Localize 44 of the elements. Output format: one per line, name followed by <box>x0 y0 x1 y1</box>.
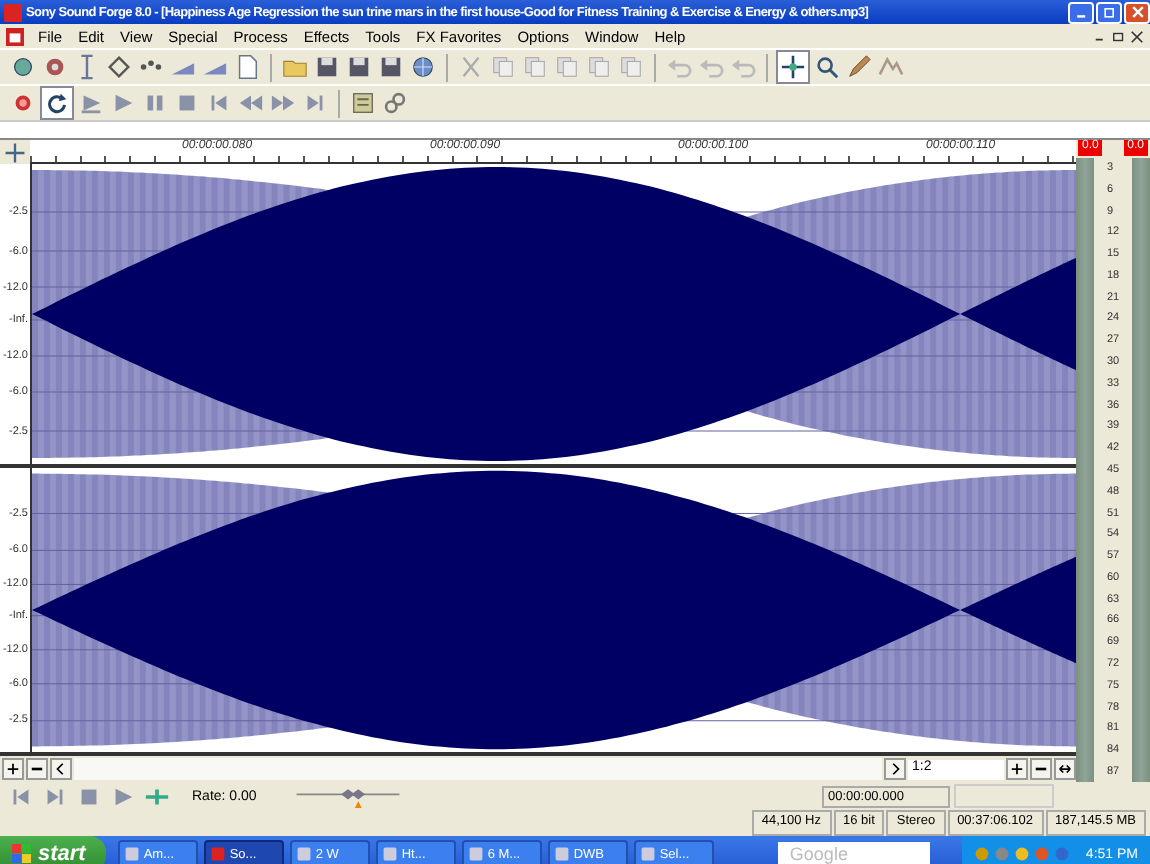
close-icon[interactable] <box>1130 29 1144 43</box>
chevron-right-icon <box>888 762 902 776</box>
window-icon <box>209 846 226 862</box>
copy-icon[interactable] <box>488 52 518 82</box>
zoom-in-button[interactable] <box>2 758 24 780</box>
window-icon <box>467 846 484 862</box>
move-icon[interactable] <box>776 50 810 84</box>
close-icon <box>1129 4 1145 20</box>
plus-icon <box>1010 762 1024 776</box>
double-arrow-icon <box>1058 762 1072 776</box>
plus-icon <box>6 762 20 776</box>
zoom-out-button[interactable] <box>26 758 48 780</box>
document-icon[interactable] <box>6 27 24 45</box>
window-icon <box>553 846 570 862</box>
crosshair-icon[interactable] <box>2 139 28 165</box>
copy-icon[interactable] <box>584 52 614 82</box>
copy-icon[interactable] <box>520 52 550 82</box>
chain-icon[interactable] <box>380 88 410 118</box>
zoom-in-button[interactable] <box>1006 758 1028 780</box>
pencil-icon[interactable] <box>844 52 874 82</box>
chevron-left-icon <box>54 762 68 776</box>
copy-icon[interactable] <box>552 52 582 82</box>
close-button[interactable] <box>1124 1 1150 23</box>
magnifier-icon[interactable] <box>812 52 842 82</box>
minus-icon <box>30 762 44 776</box>
window-icon <box>295 846 312 862</box>
windows-logo-icon <box>12 844 32 864</box>
minus-icon <box>1034 762 1048 776</box>
diamond-icon[interactable] <box>104 52 134 82</box>
window-icon <box>381 846 398 862</box>
slider-thumb[interactable] <box>341 789 366 808</box>
minimize-button[interactable] <box>1068 1 1094 23</box>
restore-button[interactable] <box>1096 1 1122 23</box>
scroll-left-button[interactable] <box>50 758 72 780</box>
length-field <box>954 784 1054 808</box>
globe-icon[interactable] <box>408 52 438 82</box>
window-icon <box>123 846 140 862</box>
loop-icon[interactable] <box>40 86 74 120</box>
scroll-right-button[interactable] <box>884 758 906 780</box>
app-icon <box>4 3 22 21</box>
copy-icon[interactable] <box>616 52 646 82</box>
window-icon <box>639 846 656 862</box>
zoom-fit-button[interactable] <box>1054 758 1076 780</box>
zoom-out-button[interactable] <box>1030 758 1052 780</box>
